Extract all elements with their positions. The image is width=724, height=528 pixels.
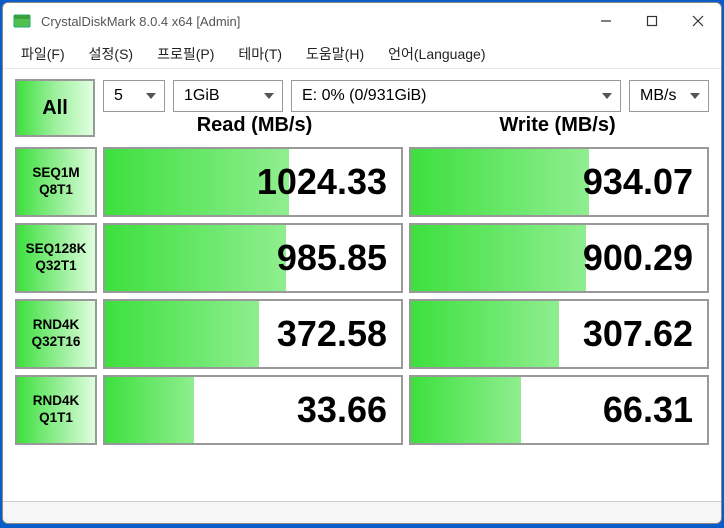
all-button-label: All bbox=[42, 97, 68, 120]
test-label-line1: SEQ128K bbox=[26, 241, 87, 258]
read-value-cell: 985.85 bbox=[103, 223, 403, 293]
content-area: All 5 1GiB E: 0% (0/931GiB) MB/s Read (M… bbox=[3, 69, 721, 501]
read-bar bbox=[105, 377, 194, 443]
selects-row: 5 1GiB E: 0% (0/931GiB) MB/s bbox=[103, 79, 709, 113]
write-value-cell: 307.62 bbox=[409, 299, 709, 369]
read-value: 1024.33 bbox=[257, 161, 387, 203]
test-label-line2: Q32T1 bbox=[35, 258, 76, 275]
read-value-cell: 33.66 bbox=[103, 375, 403, 445]
test-button-2[interactable]: RND4KQ32T16 bbox=[15, 299, 97, 369]
app-window: CrystalDiskMark 8.0.4 x64 [Admin] 파일(F) … bbox=[2, 2, 722, 524]
test-button-1[interactable]: SEQ128KQ32T1 bbox=[15, 223, 97, 293]
test-label-line1: SEQ1M bbox=[32, 165, 79, 182]
write-bar bbox=[411, 377, 521, 443]
selects-column: 5 1GiB E: 0% (0/931GiB) MB/s Read (MB/s)… bbox=[103, 79, 709, 143]
all-button[interactable]: All bbox=[15, 79, 95, 137]
read-value-cell: 1024.33 bbox=[103, 147, 403, 217]
maximize-button[interactable] bbox=[629, 3, 675, 39]
menu-language[interactable]: 언어(Language) bbox=[376, 40, 497, 68]
write-header: Write (MB/s) bbox=[406, 107, 709, 143]
menubar: 파일(F) 설정(S) 프로필(P) 테마(T) 도움말(H) 언어(Langu… bbox=[3, 39, 721, 69]
close-button[interactable] bbox=[675, 3, 721, 39]
app-icon bbox=[13, 12, 31, 30]
write-value-cell: 934.07 bbox=[409, 147, 709, 217]
test-button-3[interactable]: RND4KQ1T1 bbox=[15, 375, 97, 445]
menu-help[interactable]: 도움말(H) bbox=[294, 40, 376, 68]
drive-value: E: 0% (0/931GiB) bbox=[302, 87, 427, 105]
column-headers: Read (MB/s) Write (MB/s) bbox=[103, 107, 709, 143]
read-value: 33.66 bbox=[297, 389, 387, 431]
window-title: CrystalDiskMark 8.0.4 x64 [Admin] bbox=[41, 14, 583, 29]
read-value-cell: 372.58 bbox=[103, 299, 403, 369]
titlebar: CrystalDiskMark 8.0.4 x64 [Admin] bbox=[3, 3, 721, 39]
test-label-line2: Q8T1 bbox=[39, 182, 73, 199]
unit-select[interactable]: MB/s bbox=[629, 80, 709, 112]
read-value: 372.58 bbox=[277, 313, 387, 355]
read-value: 985.85 bbox=[277, 237, 387, 279]
write-value: 66.31 bbox=[603, 389, 693, 431]
write-bar bbox=[411, 149, 589, 215]
unit-value: MB/s bbox=[640, 87, 676, 105]
minimize-button[interactable] bbox=[583, 3, 629, 39]
menu-file[interactable]: 파일(F) bbox=[9, 40, 77, 68]
tests-container: SEQ1MQ8T1 1024.33 934.07 SEQ128KQ32T1 985.85… bbox=[15, 147, 709, 451]
test-label-line2: Q1T1 bbox=[39, 410, 73, 427]
window-controls bbox=[583, 3, 721, 39]
write-value-cell: 66.31 bbox=[409, 375, 709, 445]
test-row: RND4KQ32T16 372.58 307.62 bbox=[15, 299, 709, 369]
write-value: 900.29 bbox=[583, 237, 693, 279]
test-row: SEQ128KQ32T1 985.85 900.29 bbox=[15, 223, 709, 293]
write-value-cell: 900.29 bbox=[409, 223, 709, 293]
test-count-value: 5 bbox=[114, 87, 123, 105]
statusbar bbox=[3, 501, 721, 523]
drive-select[interactable]: E: 0% (0/931GiB) bbox=[291, 80, 621, 112]
read-header: Read (MB/s) bbox=[103, 107, 406, 143]
write-value: 307.62 bbox=[583, 313, 693, 355]
test-row: RND4KQ1T1 33.66 66.31 bbox=[15, 375, 709, 445]
write-value: 934.07 bbox=[583, 161, 693, 203]
write-bar bbox=[411, 225, 586, 291]
test-label-line1: RND4K bbox=[33, 393, 80, 410]
test-row: SEQ1MQ8T1 1024.33 934.07 bbox=[15, 147, 709, 217]
write-bar bbox=[411, 301, 559, 367]
menu-profile[interactable]: 프로필(P) bbox=[145, 40, 226, 68]
test-size-value: 1GiB bbox=[184, 87, 220, 105]
test-count-select[interactable]: 5 bbox=[103, 80, 165, 112]
menu-theme[interactable]: 테마(T) bbox=[226, 40, 294, 68]
read-bar bbox=[105, 225, 286, 291]
test-button-0[interactable]: SEQ1MQ8T1 bbox=[15, 147, 97, 217]
read-bar bbox=[105, 301, 259, 367]
menu-settings[interactable]: 설정(S) bbox=[77, 40, 145, 68]
test-size-select[interactable]: 1GiB bbox=[173, 80, 283, 112]
test-label-line1: RND4K bbox=[33, 317, 80, 334]
top-controls: All 5 1GiB E: 0% (0/931GiB) MB/s Read (M… bbox=[15, 79, 709, 143]
test-label-line2: Q32T16 bbox=[32, 334, 81, 351]
